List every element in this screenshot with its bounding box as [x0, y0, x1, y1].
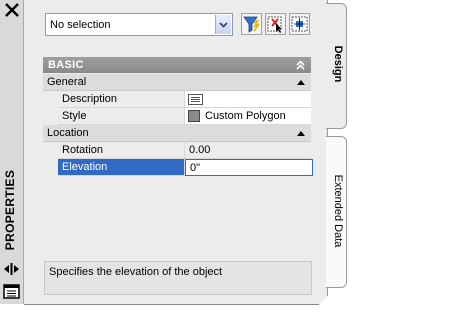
select-objects-icon [267, 16, 282, 33]
selection-dropdown[interactable]: No selection [45, 13, 233, 36]
property-value[interactable] [185, 91, 311, 108]
property-description-text: Specifies the elevation of the object [49, 266, 223, 278]
section-header-basic[interactable]: BASIC [43, 57, 311, 73]
panel-corner [310, 288, 336, 314]
description-editor-icon[interactable] [188, 94, 203, 105]
property-name: Description [58, 91, 185, 108]
category-general[interactable]: General [43, 74, 311, 91]
category-label: Location [47, 127, 89, 139]
property-row-rotation[interactable]: Rotation 0.00 [43, 142, 311, 159]
property-name: Elevation [58, 159, 185, 176]
property-value[interactable]: 0.00 [185, 142, 311, 159]
tab-extended-data[interactable]: Extended Data [326, 136, 347, 288]
property-description-pane: Specifies the elevation of the object [44, 261, 312, 295]
property-value[interactable]: Custom Polygon [185, 108, 311, 125]
quick-select-button[interactable] [241, 13, 262, 35]
close-icon[interactable] [3, 1, 21, 19]
collapse-category-icon[interactable] [297, 79, 305, 85]
category-location[interactable]: Location [43, 125, 311, 142]
panel-bottom-edge [24, 296, 324, 305]
properties-menu-icon[interactable] [3, 284, 20, 299]
auto-hide-icon[interactable] [3, 262, 20, 276]
property-row-style[interactable]: Style Custom Polygon [43, 108, 311, 125]
quick-select-icon [243, 16, 260, 33]
toggle-pickadd-icon [291, 16, 308, 32]
chevron-down-icon [219, 22, 228, 28]
tab-label: Design [332, 45, 344, 83]
category-label: General [47, 76, 87, 88]
selection-value: No selection [50, 19, 111, 31]
palette-title: PROPERTIES [3, 169, 17, 251]
tab-label: Extended Data [332, 174, 344, 248]
select-objects-button[interactable] [265, 13, 286, 35]
property-row-description[interactable]: Description [43, 91, 311, 108]
section-title: BASIC [48, 59, 84, 71]
collapse-section-icon[interactable] [295, 59, 306, 71]
property-row-elevation[interactable]: Elevation 0" [43, 159, 313, 176]
tab-design[interactable]: Design [326, 3, 347, 129]
palette-title-bar: PROPERTIES [0, 0, 24, 304]
toggle-pickadd-button[interactable] [289, 13, 310, 35]
style-swatch-icon [188, 110, 200, 122]
collapse-category-icon[interactable] [297, 130, 305, 136]
property-name: Rotation [58, 142, 185, 159]
elevation-input[interactable]: 0" [185, 159, 313, 176]
dropdown-button[interactable] [215, 15, 231, 34]
property-name: Style [58, 108, 185, 125]
